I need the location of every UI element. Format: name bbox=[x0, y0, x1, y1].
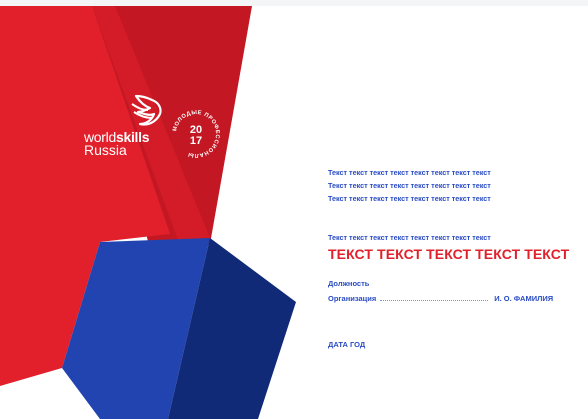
body-text-line-1: Текст текст текст текст текст текст текс… bbox=[328, 168, 491, 177]
worldskills-flame-icon bbox=[131, 94, 162, 126]
young-professionals-badge: МОЛОДЫЕ ПРОФЕССИОНАЛЫ 20 17 bbox=[172, 110, 219, 158]
badge-year-bottom: 17 bbox=[190, 135, 202, 147]
organization-label: Организация bbox=[328, 294, 377, 303]
worldskills-region: Russia bbox=[84, 142, 127, 158]
certificate-page: worldskills Russia МОЛОДЫЕ ПРОФЕССИОНАЛЫ… bbox=[0, 6, 588, 419]
name-placeholder: И. О. ФАМИЛИЯ bbox=[494, 294, 554, 303]
body-text-line-4: Текст текст текст текст текст текст текс… bbox=[328, 233, 491, 242]
date-placeholder: ДАТА ГОД bbox=[328, 340, 366, 349]
body-text-line-3: Текст текст текст текст текст текст текс… bbox=[328, 194, 491, 203]
cube-artwork bbox=[0, 6, 296, 419]
headline-text: ТЕКСТ ТЕКСТ ТЕКСТ ТЕКСТ ТЕКСТ bbox=[328, 246, 570, 262]
body-text-line-2: Текст текст текст текст текст текст текс… bbox=[328, 181, 491, 190]
position-label: Должность bbox=[328, 279, 370, 288]
signature-dotted-line bbox=[380, 294, 489, 301]
organization-row: Организация И. О. ФАМИЛИЯ bbox=[328, 294, 553, 303]
